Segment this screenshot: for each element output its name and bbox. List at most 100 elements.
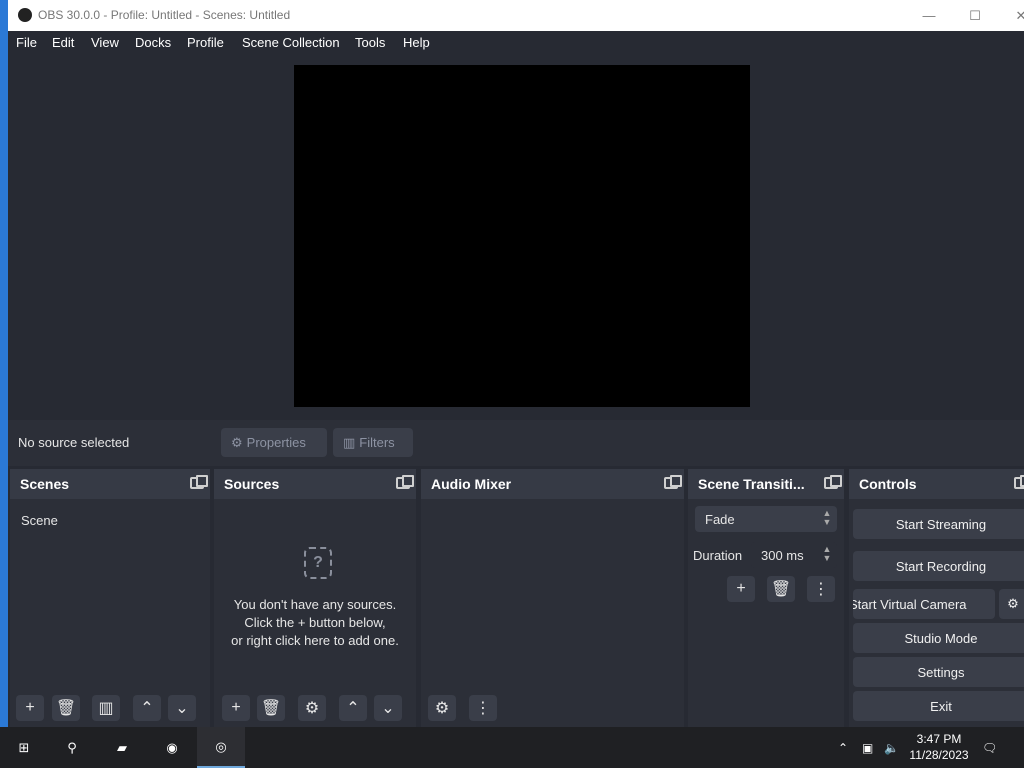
scene-transitions-header: Scene Transiti... — [688, 469, 844, 499]
minimize-button[interactable]: — — [906, 0, 952, 31]
search-icon[interactable]: ⚲ — [48, 727, 96, 768]
mixer-menu-button[interactable]: ⋮ — [469, 695, 497, 721]
menu-view[interactable]: View — [91, 35, 119, 50]
notification-icon[interactable]: 🗨 — [982, 727, 1002, 768]
empty-line-3: or right click here to add one. — [231, 633, 399, 648]
sources-dock-title: Sources — [224, 476, 280, 492]
transition-select[interactable]: Fade ▲ ▼ — [695, 506, 837, 532]
undock-icon[interactable] — [396, 475, 414, 489]
menu-scene-collection[interactable]: Scene Collection — [242, 35, 340, 50]
trash-icon: 🗑 — [770, 581, 792, 598]
window-left-edge — [0, 31, 8, 727]
empty-line-1: You don't have any sources. — [233, 597, 397, 612]
menu-edit[interactable]: Edit — [52, 35, 74, 50]
virtual-camera-settings-button[interactable]: ⚙ — [999, 589, 1024, 619]
system-clock[interactable]: 3:47 PM 11/28/2023 — [904, 731, 974, 763]
obs-taskbar-icon[interactable]: ◎ — [197, 727, 245, 768]
advanced-audio-button[interactable]: ⚙ — [428, 695, 456, 721]
studio-mode-button[interactable]: Studio Mode — [853, 623, 1024, 653]
move-source-up-button[interactable]: ⌃ — [339, 695, 367, 721]
trash-icon: 🗑 — [55, 700, 77, 717]
start-virtual-camera-button[interactable]: Start Virtual Camera — [853, 589, 995, 619]
file-explorer-icon[interactable]: ▰ — [98, 727, 146, 768]
sources-empty-message[interactable]: You don't have any sources. Click the + … — [214, 596, 416, 650]
undock-icon[interactable] — [664, 475, 682, 489]
undock-icon[interactable] — [824, 475, 842, 489]
updown-arrows-icon: ▲ ▼ — [822, 508, 832, 527]
filters-label: Filters — [359, 435, 395, 450]
menu-file[interactable]: File — [16, 35, 37, 50]
maximize-button[interactable]: ☐ — [952, 0, 998, 31]
start-streaming-button[interactable]: Start Streaming — [853, 509, 1024, 539]
scenes-toolbar: + 🗑 ▥ ⌃ ⌄ — [10, 693, 210, 727]
move-scene-up-button[interactable]: ⌃ — [133, 695, 161, 721]
audio-mixer-dock: Audio Mixer ⚙ ⋮ — [421, 469, 684, 727]
chevron-up-icon: ⌃ — [346, 700, 360, 717]
properties-label: Properties — [246, 435, 306, 450]
remove-source-button[interactable]: 🗑 — [257, 695, 285, 721]
audio-mixer-header: Audio Mixer — [421, 469, 684, 499]
sources-toolbar: + 🗑 ⚙ ⌃ ⌄ — [214, 693, 416, 727]
menu-tools[interactable]: Tools — [355, 35, 385, 50]
scenes-dock: Scenes Scene + 🗑 ▥ ⌃ ⌄ — [10, 469, 210, 727]
duration-spinbox[interactable]: 300 ms ▲ ▼ — [751, 542, 837, 568]
remove-transition-button[interactable]: 🗑 — [767, 576, 795, 602]
program-preview[interactable] — [294, 65, 750, 407]
add-scene-button[interactable]: + — [16, 695, 44, 721]
gear-icon: ⚙ — [231, 434, 243, 450]
obs-logo-icon — [18, 8, 32, 22]
chevron-up-icon[interactable]: ⌃ — [838, 727, 854, 768]
transition-menu-button[interactable]: ⋮ — [807, 576, 835, 602]
scene-transitions-dock: Scene Transiti... Fade ▲ ▼ Duration 300 m… — [688, 469, 844, 727]
undock-icon[interactable] — [1014, 475, 1024, 489]
no-source-label: No source selected — [18, 435, 130, 450]
move-source-down-button[interactable]: ⌄ — [374, 695, 402, 721]
duration-value: 300 ms — [761, 547, 804, 563]
sources-dock: Sources ? You don't have any sources. Cl… — [214, 469, 416, 727]
settings-button[interactable]: Settings — [853, 657, 1024, 687]
start-recording-button[interactable]: Start Recording — [853, 551, 1024, 581]
chevron-up-icon: ⌃ — [140, 700, 154, 717]
network-icon[interactable]: ▣ — [862, 727, 878, 768]
scene-filters-button[interactable]: ▥ — [92, 695, 120, 721]
exit-button[interactable]: Exit — [853, 691, 1024, 721]
plus-icon: + — [25, 699, 35, 716]
clock-time: 3:47 PM — [916, 732, 962, 746]
sources-dock-header: Sources — [214, 469, 416, 499]
properties-button[interactable]: ⚙ Properties — [221, 428, 327, 457]
add-source-button[interactable]: + — [222, 695, 250, 721]
source-properties-button[interactable]: ⚙ — [298, 695, 326, 721]
close-button[interactable]: ✕ — [998, 0, 1024, 31]
remove-scene-button[interactable]: 🗑 — [52, 695, 80, 721]
menu-help[interactable]: Help — [403, 35, 430, 50]
scenes-dock-title: Scenes — [20, 476, 70, 492]
undock-icon[interactable] — [190, 475, 208, 489]
menu-docks[interactable]: Docks — [135, 35, 171, 50]
controls-header: Controls — [849, 469, 1024, 499]
virtual-camera-label: Start Virtual Camera — [853, 596, 967, 612]
gear-icon: ⚙ — [1007, 596, 1019, 611]
move-scene-down-button[interactable]: ⌄ — [168, 695, 196, 721]
filters-button[interactable]: ▥ Filters — [333, 428, 413, 457]
audio-mixer-title: Audio Mixer — [431, 476, 512, 492]
plus-icon: + — [231, 699, 241, 716]
menu-bar: File Edit View Docks Profile Scene Colle… — [8, 31, 1024, 55]
transition-value: Fade — [705, 511, 735, 527]
volume-muted-icon[interactable]: 🔈 — [884, 727, 900, 768]
windows-start-icon[interactable]: ⊞ — [0, 727, 48, 768]
empty-line-2: Click the + button below, — [244, 615, 386, 630]
chrome-icon[interactable]: ◉ — [148, 727, 196, 768]
menu-profile[interactable]: Profile — [187, 35, 224, 50]
window-titlebar: OBS 30.0.0 - Profile: Untitled - Scenes:… — [0, 0, 1024, 31]
scene-transitions-title: Scene Transiti... — [698, 476, 805, 492]
controls-title: Controls — [859, 476, 917, 492]
scene-list-item[interactable]: Scene — [21, 513, 58, 528]
trash-icon: 🗑 — [260, 700, 282, 717]
chevron-down-icon: ⌄ — [175, 700, 189, 717]
plus-icon: + — [736, 580, 746, 597]
chevron-down-icon: ⌄ — [381, 700, 395, 717]
scenes-dock-header: Scenes — [10, 469, 210, 499]
preview-area — [8, 55, 1024, 420]
updown-arrows-icon: ▲ ▼ — [822, 544, 832, 563]
add-transition-button[interactable]: + — [727, 576, 755, 602]
